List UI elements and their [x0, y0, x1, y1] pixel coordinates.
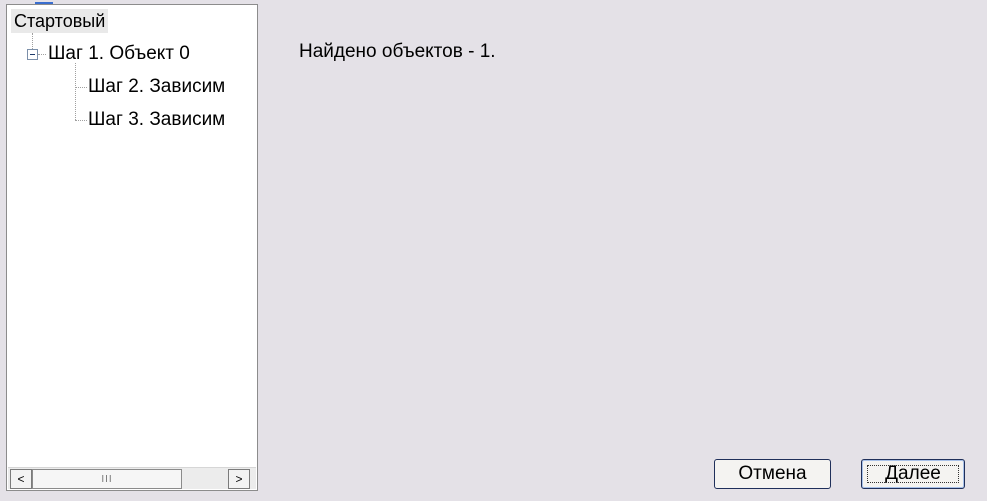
found-objects-message: Найдено объектов - 1.	[299, 41, 496, 62]
tree-connector	[75, 63, 76, 120]
scroll-right-icon[interactable]: >	[228, 469, 250, 489]
tree-root-item[interactable]: Стартовый	[11, 9, 109, 33]
tree-node-step-1[interactable]: Шаг 1. Объект 0	[48, 42, 190, 66]
collapse-icon[interactable]	[27, 49, 38, 60]
step-tree[interactable]: Стартовый Шаг 1. Объект 0 Шаг 2. Зависим…	[6, 4, 258, 491]
tree-connector	[75, 120, 87, 121]
tree-connector	[75, 87, 87, 88]
scroll-left-icon[interactable]: <	[10, 469, 32, 489]
next-button[interactable]: Далее	[861, 459, 965, 489]
scroll-thumb[interactable]: III	[32, 469, 182, 489]
tree-node-step-2[interactable]: Шаг 2. Зависим	[88, 75, 225, 99]
wizard-window: Стартовый Шаг 1. Объект 0 Шаг 2. Зависим…	[0, 0, 991, 501]
focus-rect	[867, 465, 959, 483]
cancel-button-label: Отмена	[738, 463, 807, 484]
horizontal-scrollbar[interactable]: < III >	[8, 467, 256, 489]
tree-connector	[32, 33, 33, 49]
tree-connector	[38, 54, 46, 55]
tree-node-step-3[interactable]: Шаг 3. Зависим	[88, 108, 225, 132]
cancel-button[interactable]: Отмена	[714, 459, 831, 489]
right-edge	[987, 0, 991, 501]
